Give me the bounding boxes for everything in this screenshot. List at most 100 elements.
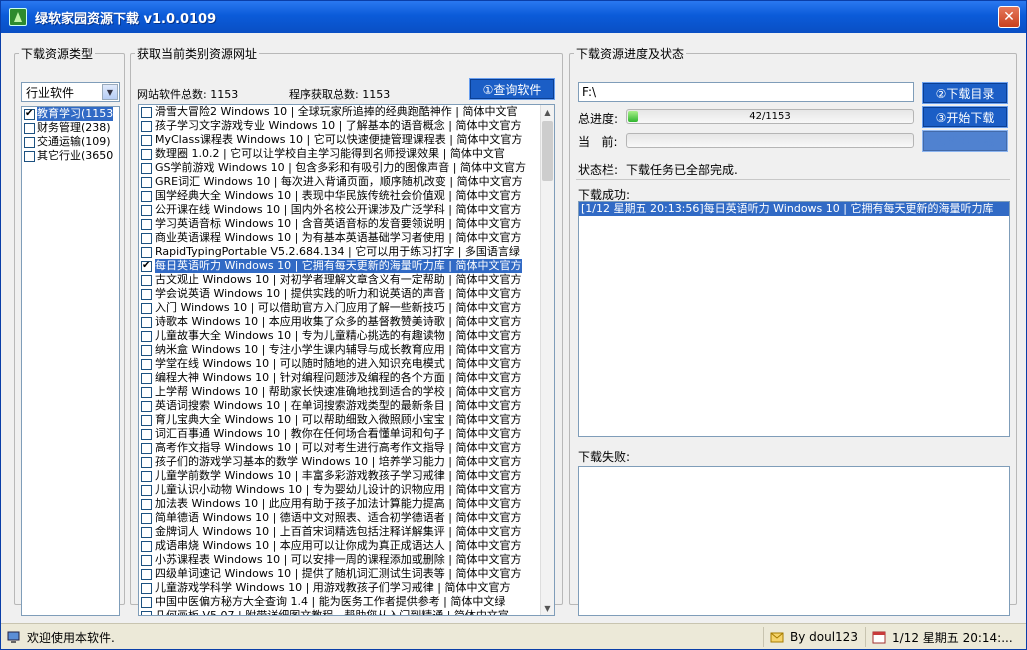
resource-item[interactable]: 儿童故事大全 Windows 10 | 专为儿童精心挑选的有趣读物 | 简体中文… <box>139 329 541 343</box>
scroll-thumb[interactable] <box>542 121 553 181</box>
resource-item[interactable]: 育儿宝典大全 Windows 10 | 可以帮助细致入微照顾小宝宝 | 简体中文… <box>139 413 541 427</box>
resource-item[interactable]: 儿童游戏学科学 Windows 10 | 用游戏教孩子们学习戒律 | 简体中文官… <box>139 581 541 595</box>
resource-item[interactable]: 简单德语 Windows 10 | 德语中文对照表、适合初学德语者 | 简体中文… <box>139 511 541 525</box>
download-path-input[interactable]: F:\ <box>578 82 914 102</box>
resource-list[interactable]: 滑雪大冒险2 Windows 10 | 全球玩家所追捧的经典跑酷神作 | 简体中… <box>138 104 555 616</box>
resource-item[interactable]: 数理圈 1.0.2 | 它可以让学校自主学习能得到名师授课效果 | 简体中文官 <box>139 147 541 161</box>
category-checkbox[interactable] <box>24 107 35 121</box>
resource-item[interactable]: MyClass课程表 Windows 10 | 它可以快速便捷管理课程表 | 简… <box>139 133 541 147</box>
resource-checkbox[interactable] <box>141 610 152 615</box>
scroll-up-icon[interactable]: ▲ <box>541 105 554 119</box>
category-checkbox[interactable] <box>24 150 35 162</box>
resource-item[interactable]: 编程大神 Windows 10 | 针对编程问题涉及编程的各个方面 | 简体中文… <box>139 371 541 385</box>
resource-item[interactable]: 古文观止 Windows 10 | 对初学者理解文章含义有一定帮助 | 简体中文… <box>139 273 541 287</box>
resource-item[interactable]: 加法表 Windows 10 | 此应用有助于孩子加法计算能力提高 | 简体中文… <box>139 497 541 511</box>
resource-checkbox[interactable] <box>141 526 152 538</box>
resource-item[interactable]: 四级单词速记 Windows 10 | 提供了随机词汇测试生词表等 | 简体中文… <box>139 567 541 581</box>
resource-checkbox[interactable] <box>141 316 152 328</box>
resource-checkbox[interactable] <box>141 414 152 426</box>
resource-item[interactable]: 中国中医偏方秘方大全查询 1.4 | 能为医务工作者提供参考 | 简体中文绿 <box>139 595 541 609</box>
download-dir-button[interactable]: ②下载目录 <box>922 82 1008 104</box>
resource-item[interactable]: 公开课在线 Windows 10 | 国内外名校公开课涉及广泛学科 | 简体中文… <box>139 203 541 217</box>
category-item[interactable]: 交通运输(109) <box>22 135 119 149</box>
resource-list-scrollbar[interactable]: ▲ ▼ <box>540 105 554 615</box>
resource-item[interactable]: 几何画板 V5.07 | 附带详细图文教程，帮助您从入门到精通 | 简体中文官 <box>139 609 541 615</box>
resource-checkbox[interactable] <box>141 218 152 230</box>
resource-checkbox[interactable] <box>141 386 152 398</box>
resource-checkbox[interactable] <box>141 204 152 216</box>
resource-checkbox[interactable] <box>141 456 152 468</box>
resource-checkbox[interactable] <box>141 134 152 146</box>
resource-item[interactable]: 国学经典大全 Windows 10 | 表现中华民族传统社会价值观 | 简体中文… <box>139 189 541 203</box>
close-button[interactable]: ✕ <box>998 6 1020 28</box>
resource-checkbox[interactable] <box>141 176 152 188</box>
resource-checkbox[interactable] <box>141 106 152 118</box>
resource-checkbox[interactable] <box>141 344 152 356</box>
resource-item[interactable]: GS学前游戏 Windows 10 | 包含多彩和有吸引力的图像声音 | 简体中… <box>139 161 541 175</box>
resource-item[interactable]: 滑雪大冒险2 Windows 10 | 全球玩家所追捧的经典跑酷神作 | 简体中… <box>139 105 541 119</box>
success-log-line[interactable]: [1/12 星期五 20:13:56]每日英语听力 Windows 10 | 它… <box>579 202 1009 216</box>
title-bar[interactable]: 绿软家园资源下载 v1.0.0109 ✕ <box>1 1 1026 33</box>
query-software-button[interactable]: ①查询软件 <box>469 78 555 100</box>
resource-item[interactable]: GRE词汇 Windows 10 | 每次进入背诵页面，顺序随机改变 | 简体中… <box>139 175 541 189</box>
category-item[interactable]: 教育学习(1153 <box>22 107 119 121</box>
resource-checkbox[interactable] <box>141 120 152 132</box>
resource-item[interactable]: 诗歌本 Windows 10 | 本应用收集了众多的基督教赞美诗歌 | 简体中文… <box>139 315 541 329</box>
success-log[interactable]: [1/12 星期五 20:13:56]每日英语听力 Windows 10 | 它… <box>578 201 1010 437</box>
category-checkbox[interactable] <box>24 122 35 134</box>
category-checkbox[interactable] <box>24 136 35 148</box>
resource-item[interactable]: 学堂在线 Windows 10 | 可以随时随地的进入知识充电模式 | 简体中文… <box>139 357 541 371</box>
resource-checkbox[interactable] <box>141 330 152 342</box>
scroll-down-icon[interactable]: ▼ <box>541 601 554 615</box>
resource-checkbox[interactable] <box>141 372 152 384</box>
resource-checkbox[interactable] <box>141 568 152 580</box>
resource-checkbox[interactable] <box>141 400 152 412</box>
resource-checkbox[interactable] <box>141 512 152 524</box>
resource-item[interactable]: 高考作文指导 Windows 10 | 可以对考生进行高考作文指导 | 简体中文… <box>139 441 541 455</box>
resource-checkbox[interactable] <box>141 302 152 314</box>
resource-checkbox[interactable] <box>141 484 152 496</box>
resource-item[interactable]: 词汇百事通 Windows 10 | 教你在任何场合看懂单词和句子 | 简体中文… <box>139 427 541 441</box>
resource-item[interactable]: 商业英语课程 Windows 10 | 为有基本英语基础学习者使用 | 简体中文… <box>139 231 541 245</box>
resource-item[interactable]: 上学帮 Windows 10 | 帮助家长快速准确地找到适合的学校 | 简体中文… <box>139 385 541 399</box>
resource-checkbox[interactable] <box>141 162 152 174</box>
chevron-down-icon[interactable]: ▼ <box>102 84 118 100</box>
resource-checkbox[interactable] <box>141 232 152 244</box>
pause-download-button[interactable]: ④暂停下载 <box>922 130 1008 152</box>
resource-checkbox[interactable] <box>141 259 152 273</box>
resource-item[interactable]: 孩子们的游戏学习基本的数学 Windows 10 | 培养学习能力 | 简体中文… <box>139 455 541 469</box>
category-select[interactable]: 行业软件 ▼ <box>21 82 120 102</box>
resource-item[interactable]: 学习英语音标 Windows 10 | 含音英语音标的发音要领说明 | 简体中文… <box>139 217 541 231</box>
resource-checkbox[interactable] <box>141 540 152 552</box>
resource-checkbox[interactable] <box>141 498 152 510</box>
resource-checkbox[interactable] <box>141 582 152 594</box>
resource-checkbox[interactable] <box>141 246 152 258</box>
resource-item[interactable]: 孩子学习文字游戏专业 Windows 10 | 了解基本的语音概念 | 简体中文… <box>139 119 541 133</box>
resource-checkbox[interactable] <box>141 274 152 286</box>
resource-item[interactable]: 金牌词人 Windows 10 | 上百首宋词精选包括注释详解集评 | 简体中文… <box>139 525 541 539</box>
resource-item[interactable]: 英语词搜索 Windows 10 | 在单词搜索游戏类型的最新条目 | 简体中文… <box>139 399 541 413</box>
resource-checkbox[interactable] <box>141 148 152 160</box>
resource-item[interactable]: 成语串烧 Windows 10 | 本应用可以让你成为真正成语达人 | 简体中文… <box>139 539 541 553</box>
resource-item[interactable]: 学会说英语 Windows 10 | 提供实践的听力和说英语的声音 | 简体中文… <box>139 287 541 301</box>
fail-log[interactable] <box>578 466 1010 616</box>
resource-item[interactable]: 小苏课程表 Windows 10 | 可以安排一周的课程添加或删除 | 简体中文… <box>139 553 541 567</box>
category-item[interactable]: 其它行业(3650 <box>22 149 119 163</box>
resource-item[interactable]: RapidTypingPortable V5.2.684.134 | 它可以用于… <box>139 245 541 259</box>
resource-checkbox[interactable] <box>141 428 152 440</box>
resource-checkbox[interactable] <box>141 288 152 300</box>
category-list[interactable]: 教育学习(1153财务管理(238)交通运输(109)其它行业(3650 <box>21 106 120 616</box>
resource-item[interactable]: 儿童认识小动物 Windows 10 | 专为婴幼儿设计的识物应用 | 简体中文… <box>139 483 541 497</box>
resource-item[interactable]: 儿童学前数学 Windows 10 | 丰富多彩游戏教孩子学习戒律 | 简体中文… <box>139 469 541 483</box>
resource-item[interactable]: 纳米盒 Windows 10 | 专注小学生课内辅导与成长教育应用 | 简体中文… <box>139 343 541 357</box>
category-item[interactable]: 财务管理(238) <box>22 121 119 135</box>
resource-checkbox[interactable] <box>141 470 152 482</box>
resource-item[interactable]: 入门 Windows 10 | 可以借助官方入门应用了解一些新技巧 | 简体中文… <box>139 301 541 315</box>
resource-item[interactable]: 每日英语听力 Windows 10 | 它拥有每天更新的海量听力库 | 简体中文… <box>139 259 541 273</box>
start-download-button[interactable]: ③开始下载 <box>922 106 1008 128</box>
resource-checkbox[interactable] <box>141 190 152 202</box>
resource-checkbox[interactable] <box>141 554 152 566</box>
resource-checkbox[interactable] <box>141 596 152 608</box>
resource-checkbox[interactable] <box>141 442 152 454</box>
resource-checkbox[interactable] <box>141 358 152 370</box>
